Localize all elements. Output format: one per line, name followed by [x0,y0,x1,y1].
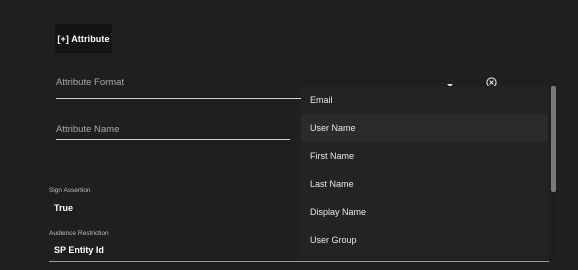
dropdown-option-user-name[interactable]: User Name [301,114,548,142]
attribute-form: [+] Attribute Attribute Format Attribute… [0,0,578,270]
audience-restriction-label: Audience Restriction [49,230,109,237]
attribute-name-field[interactable]: Attribute Name [56,124,290,140]
dropdown-option-first-name[interactable]: First Name [301,142,548,170]
attribute-format-placeholder: Attribute Format [56,77,125,88]
sign-assertion-value[interactable]: True [54,203,73,213]
dropdown-scrollbar-thumb[interactable] [551,86,556,192]
attribute-name-underline [56,139,290,140]
dropdown-option-email[interactable]: Email [301,86,548,114]
attribute-name-placeholder: Attribute Name [56,124,120,135]
attribute-format-dropdown: Email User Name First Name Last Name Dis… [301,86,548,258]
sign-assertion-label: Sign Assertion [49,187,91,194]
dropdown-option-user-group[interactable]: User Group [301,226,548,254]
audience-restriction-value[interactable]: SP Entity Id [54,245,104,255]
attribute-format-field[interactable]: Attribute Format [56,77,302,99]
dropdown-option-last-name[interactable]: Last Name [301,170,548,198]
dropdown-option-display-name[interactable]: Display Name [301,198,548,226]
add-attribute-button[interactable]: [+] Attribute [55,24,112,53]
attribute-format-underline [56,98,302,99]
audience-restriction-underline [49,261,549,262]
